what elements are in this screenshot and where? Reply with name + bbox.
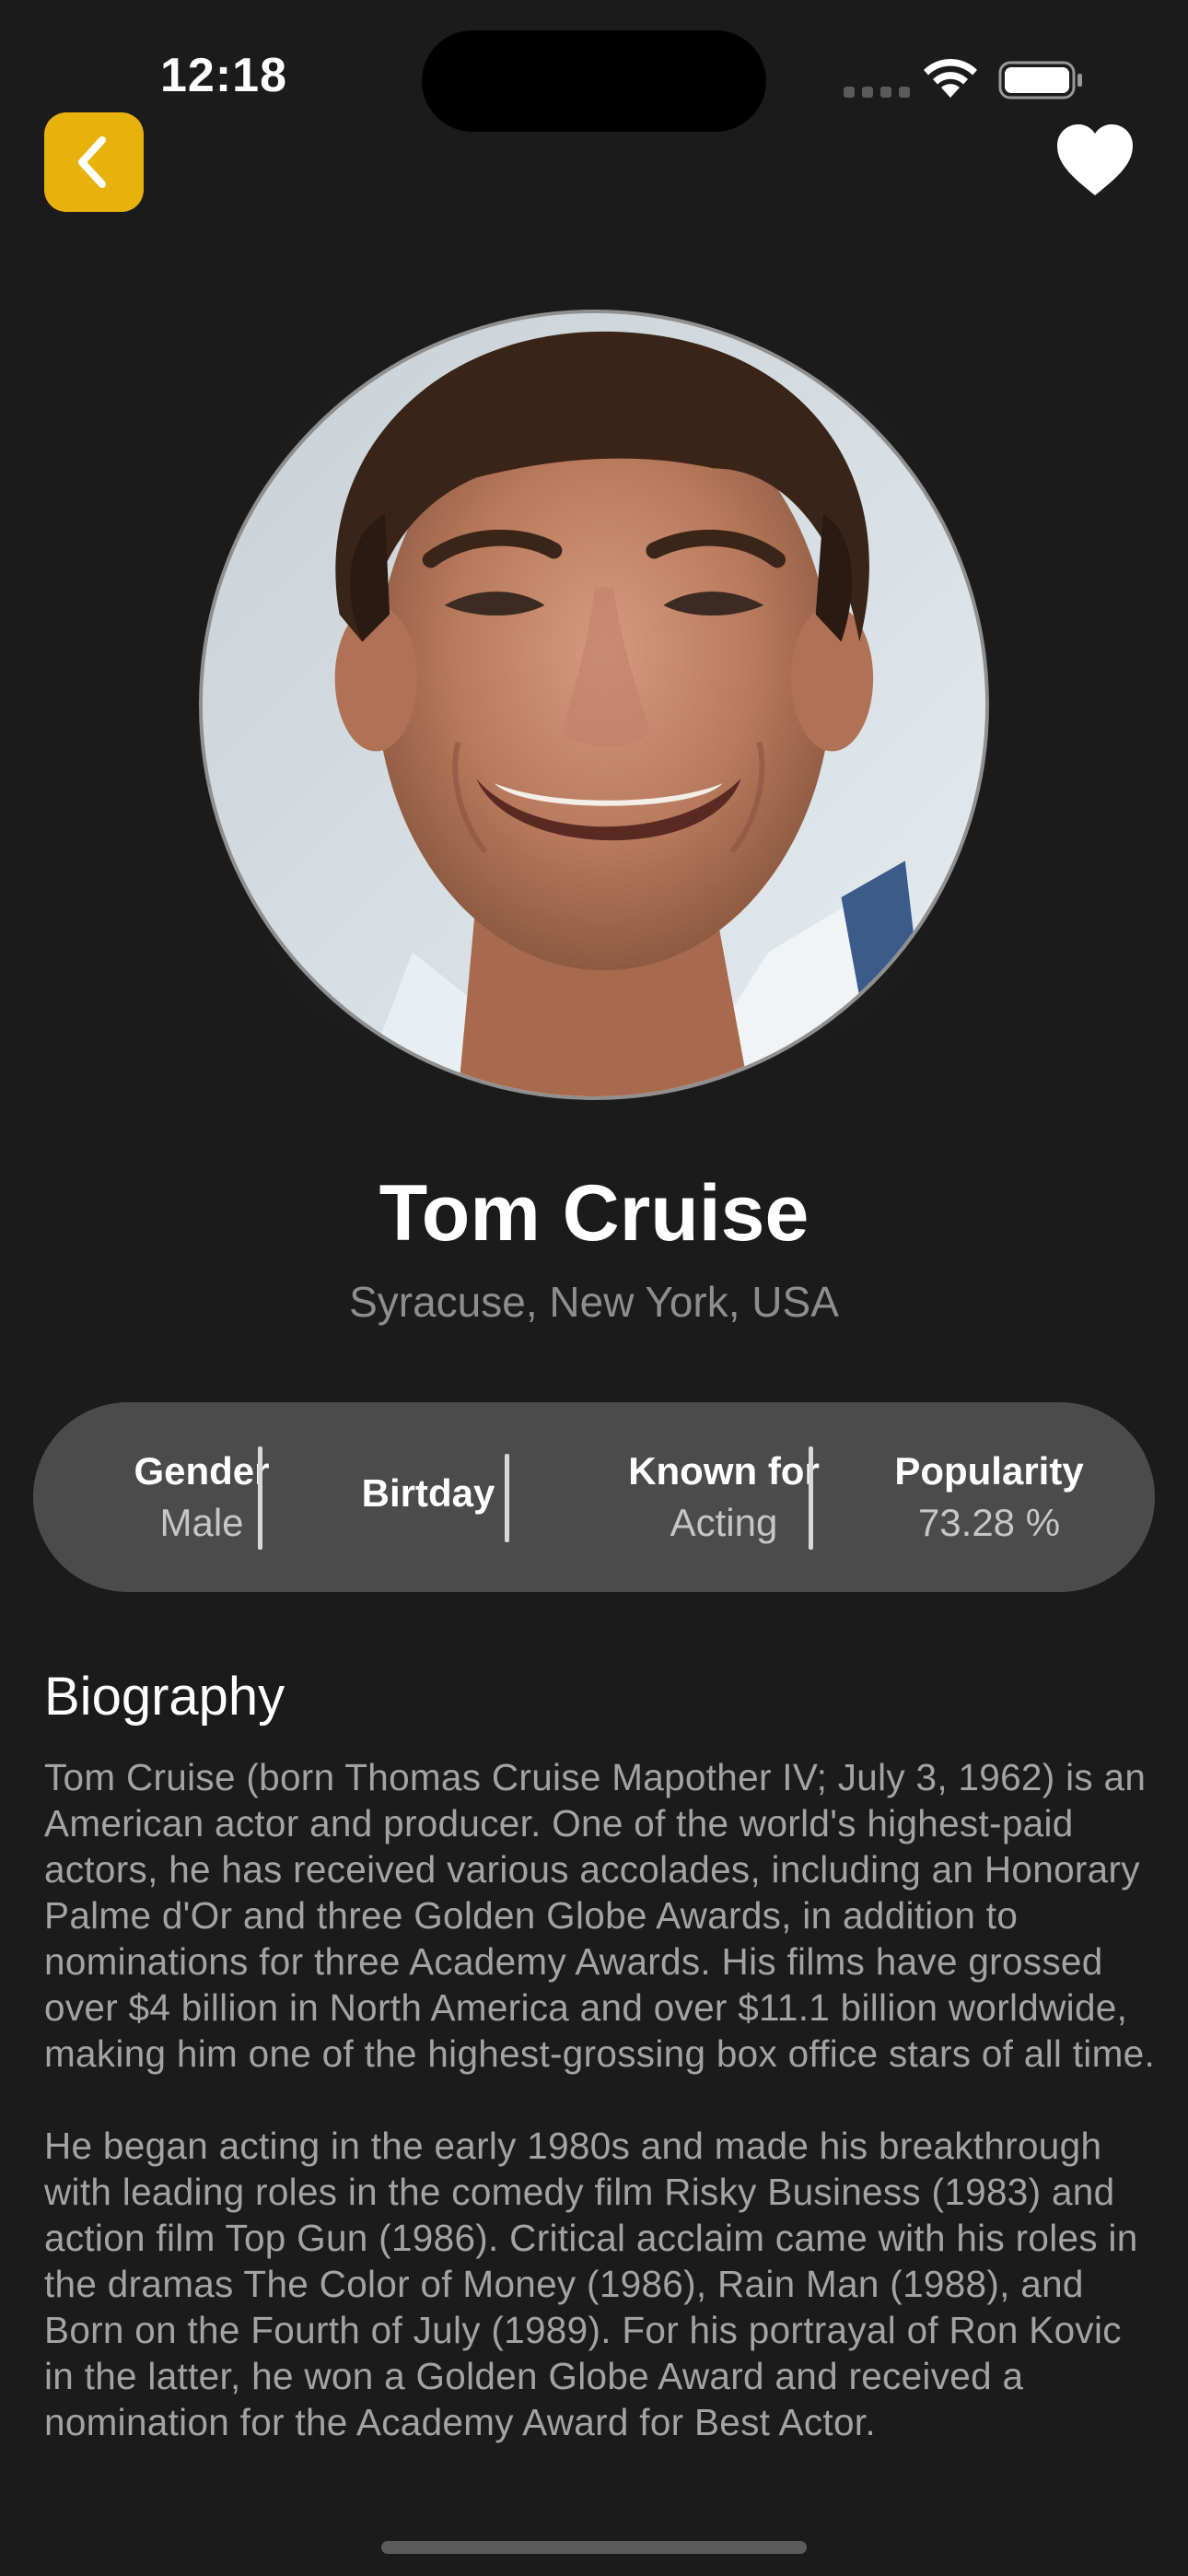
back-button[interactable]: [44, 112, 144, 212]
info-divider: [809, 1446, 813, 1550]
info-known-for-value: Acting: [670, 1501, 778, 1544]
info-gender-label: Gender: [134, 1449, 270, 1493]
person-detail-screen: 12:18 Tom Cruise Syracuse, New York, USA…: [0, 0, 1188, 2576]
status-time: 12:18: [160, 49, 287, 102]
biography-paragraph: Tom Cruise (born Thomas Cruise Mapother …: [44, 1756, 1155, 2075]
dynamic-island: [422, 30, 766, 132]
info-bar: Gender Male Birtday Known for Acting Pop…: [33, 1402, 1155, 1592]
scrollbar[interactable]: [1175, 175, 1182, 1465]
info-gender-value: Male: [159, 1501, 244, 1544]
info-popularity-label: Popularity: [894, 1449, 1084, 1493]
chevron-left-icon: [78, 136, 106, 188]
info-popularity-value: 73.28 %: [917, 1501, 1061, 1544]
battery-icon: [998, 61, 1082, 100]
home-indicator[interactable]: [381, 2541, 807, 2554]
info-divider: [258, 1446, 262, 1550]
info-divider: [505, 1454, 509, 1542]
profile-photo: [199, 310, 989, 1100]
info-known-for-label: Known for: [628, 1449, 820, 1493]
person-name: Tom Cruise: [379, 1169, 809, 1258]
wifi-icon: [924, 58, 977, 98]
info-birthday-label: Birtday: [361, 1471, 495, 1515]
biography-title: Biography: [44, 1667, 285, 1727]
heart-icon[interactable]: [1054, 122, 1136, 199]
biography-text: Tom Cruise (born Thomas Cruise Mapother …: [44, 1754, 1159, 2491]
person-portrait-image: [203, 313, 985, 1096]
birthplace: Syracuse, New York, USA: [349, 1278, 839, 1326]
biography-paragraph: He began acting in the early 1980s and m…: [44, 2125, 1138, 2443]
cellular-signal-icon: [844, 87, 910, 98]
info-popularity: Popularity 73.28 %: [844, 1402, 1135, 1592]
info-gender: Gender Male: [87, 1402, 317, 1592]
